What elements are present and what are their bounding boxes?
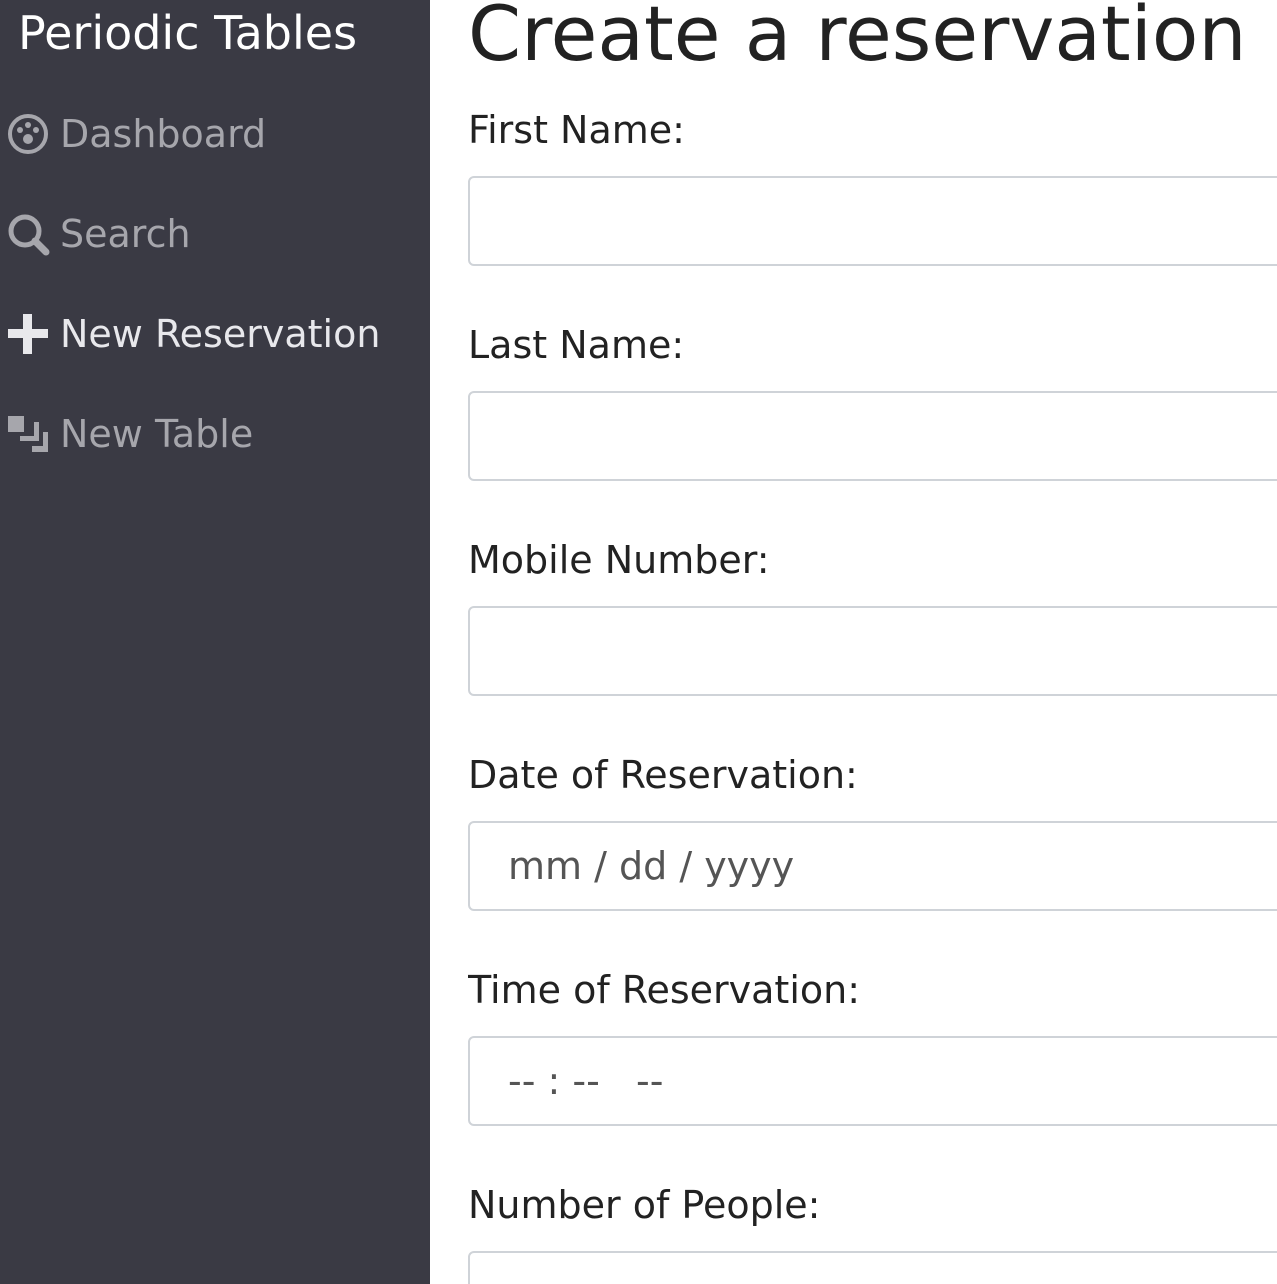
main-content: Create a reservation First Name: Last Na… (468, 0, 1277, 1284)
people-label: Number of People: (468, 1183, 821, 1227)
plus-icon (6, 312, 50, 356)
search-icon (6, 212, 50, 256)
sidebar-item-label: New Reservation (60, 312, 381, 356)
mobile-number-label: Mobile Number: (468, 538, 770, 582)
sidebar-item-dashboard[interactable]: Dashboard (6, 104, 266, 164)
sidebar: Periodic Tables Dashboard Search New Res… (0, 0, 430, 1284)
sidebar-item-new-reservation[interactable]: New Reservation (6, 304, 380, 364)
last-name-label: Last Name: (468, 323, 685, 367)
dashboard-icon (6, 112, 50, 156)
brand-title[interactable]: Periodic Tables (18, 2, 357, 64)
mobile-number-input[interactable] (468, 606, 1277, 696)
sidebar-item-label: New Table (60, 412, 254, 456)
first-name-input[interactable] (468, 176, 1277, 266)
date-label: Date of Reservation: (468, 753, 858, 797)
layers-icon (6, 412, 50, 456)
sidebar-item-new-table[interactable]: New Table (6, 404, 253, 464)
date-input[interactable] (468, 821, 1277, 911)
first-name-label: First Name: (468, 108, 685, 152)
last-name-input[interactable] (468, 391, 1277, 481)
sidebar-item-label: Dashboard (60, 112, 267, 156)
people-input[interactable] (468, 1251, 1277, 1284)
time-label: Time of Reservation: (468, 968, 861, 1012)
time-input[interactable] (468, 1036, 1277, 1126)
sidebar-item-search[interactable]: Search (6, 204, 191, 264)
sidebar-item-label: Search (60, 212, 191, 256)
page-title: Create a reservation (468, 0, 1247, 78)
